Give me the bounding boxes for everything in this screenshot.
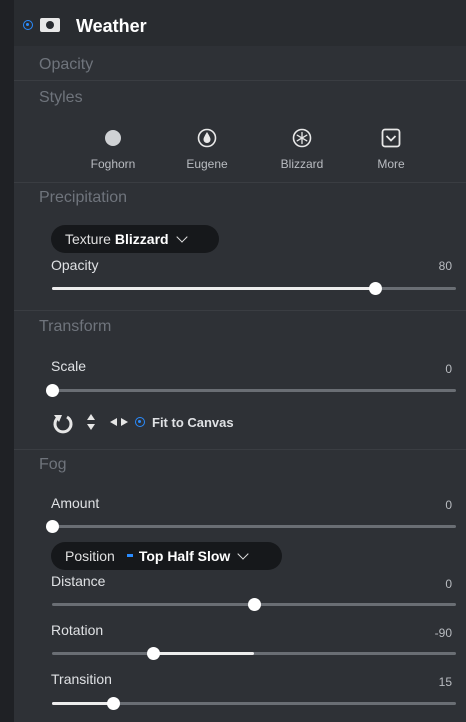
style-label: Foghorn — [90, 157, 136, 171]
section-transform[interactable]: Transform — [39, 318, 111, 336]
fit-to-canvas-radio[interactable] — [135, 417, 145, 427]
style-foghorn[interactable]: Foghorn — [78, 128, 148, 171]
slider-thumb[interactable] — [46, 520, 59, 533]
section-fog[interactable]: Fog — [39, 456, 67, 474]
slider-thumb[interactable] — [147, 647, 160, 660]
slider-value: 0 — [445, 498, 452, 512]
slider-value: -90 — [434, 626, 452, 640]
enable-toggle[interactable] — [23, 20, 33, 30]
flip-horizontal-icon[interactable] — [109, 417, 129, 427]
position-value: Top Half Slow — [138, 548, 231, 564]
position-dropdown[interactable]: Position Top Half Slow — [51, 542, 282, 570]
style-label: Blizzard — [280, 157, 324, 171]
style-blizzard[interactable]: Blizzard — [267, 128, 337, 171]
drop-icon — [197, 128, 217, 148]
rotation-slider[interactable] — [52, 647, 456, 660]
chevron-down-icon — [175, 231, 188, 243]
divider — [14, 449, 466, 450]
slider-fill — [153, 652, 254, 655]
style-more[interactable]: More — [356, 128, 426, 171]
snowflake-icon — [292, 128, 312, 148]
style-eugene[interactable]: Eugene — [172, 128, 242, 171]
left-strip — [0, 0, 14, 722]
chevron-box-icon — [381, 128, 401, 148]
opacity-slider[interactable] — [52, 282, 456, 295]
slider-label: Scale — [51, 358, 87, 374]
slider-thumb[interactable] — [106, 697, 120, 710]
transition-slider[interactable] — [52, 697, 456, 710]
slider-label: Rotation — [51, 622, 104, 638]
gray-circle-icon — [105, 130, 121, 146]
weather-panel: Weather Opacity Styles Foghorn Eugene Bl… — [14, 0, 466, 722]
amount-slider[interactable] — [46, 520, 456, 533]
flip-vertical-icon[interactable] — [86, 413, 96, 431]
mask-icon[interactable] — [40, 18, 60, 32]
texture-dropdown[interactable]: Texture Blizzard — [51, 225, 219, 253]
divider — [14, 182, 466, 183]
slider-value: 80 — [438, 259, 452, 273]
style-label: Eugene — [186, 157, 228, 171]
slider-value: 0 — [445, 577, 452, 591]
style-label: More — [377, 157, 405, 171]
section-opacity[interactable]: Opacity — [39, 56, 93, 74]
divider — [14, 80, 466, 81]
section-precipitation[interactable]: Precipitation — [39, 189, 127, 207]
slider-fill — [52, 287, 376, 290]
slider-value: 15 — [438, 675, 452, 689]
slider-label: Amount — [51, 495, 100, 511]
fit-to-canvas-label[interactable]: Fit to Canvas — [152, 415, 234, 430]
slider-label: Opacity — [51, 257, 99, 273]
slider-label: Distance — [51, 573, 106, 589]
section-styles[interactable]: Styles — [39, 89, 83, 107]
slider-thumb[interactable] — [46, 384, 59, 397]
position-marker-icon — [126, 554, 133, 557]
slider-value: 0 — [445, 362, 452, 376]
texture-value: Blizzard — [114, 231, 169, 247]
slider-label: Transition — [51, 671, 112, 687]
panel-title: Weather — [76, 16, 147, 36]
slider-fill — [52, 702, 113, 705]
slider-thumb[interactable] — [248, 598, 261, 611]
texture-label: Texture — [65, 231, 111, 247]
divider — [14, 310, 466, 311]
position-label: Position — [65, 548, 115, 564]
rotate-icon[interactable] — [52, 412, 74, 434]
scale-slider[interactable] — [46, 384, 456, 397]
panel-header: Weather — [14, 0, 466, 46]
distance-slider[interactable] — [52, 598, 456, 611]
chevron-down-icon — [237, 548, 249, 560]
slider-thumb[interactable] — [369, 282, 383, 295]
